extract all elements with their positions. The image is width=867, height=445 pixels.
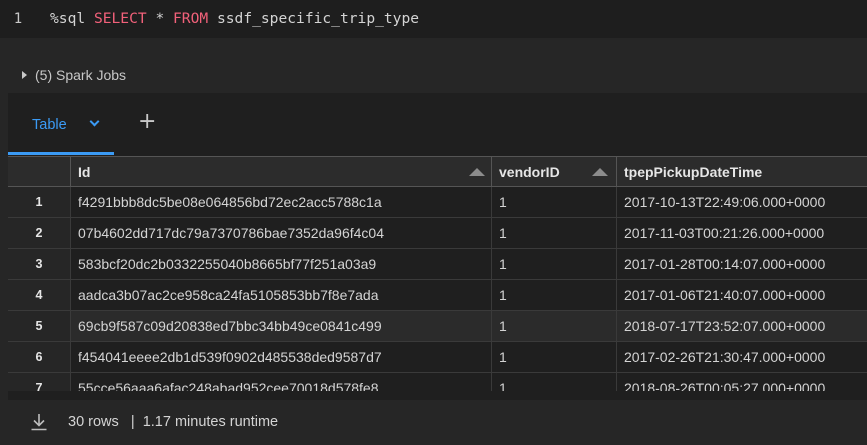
sort-arrow-icon[interactable] — [469, 168, 485, 176]
keyword-select: SELECT — [93, 10, 147, 27]
table-header: Id vendorID tpepPickupDateTime — [8, 156, 867, 187]
cell-id[interactable]: 583bcf20dc2b0332255040b8665bf77f251a03a9 — [71, 249, 492, 279]
cell-vendorid[interactable]: 1 — [492, 249, 617, 279]
cell-id[interactable]: 69cb9f587c09d20838ed7bbc34bb49ce0841c499 — [71, 311, 492, 341]
row-number: 5 — [8, 311, 71, 341]
cell-id[interactable]: f454041eeee2db1d539f0902d485538ded9587d7 — [71, 342, 492, 372]
cell-id[interactable]: 07b4602dd717dc79a7370786bae7352da96f4c04 — [71, 218, 492, 248]
cell-vendorid[interactable]: 1 — [492, 373, 617, 391]
column-header-vendorid[interactable]: vendorID — [492, 157, 617, 187]
keyword-from: FROM — [173, 10, 209, 27]
download-icon[interactable] — [30, 413, 48, 431]
caret-right-icon — [22, 71, 27, 79]
cell-pickup[interactable]: 2017-11-03T00:21:26.000+0000 — [617, 218, 867, 248]
code-star: * — [146, 10, 174, 27]
column-header-pickup-label: tpepPickupDateTime — [624, 164, 763, 180]
cell-pickup[interactable]: 2017-01-06T21:40:07.000+0000 — [617, 280, 867, 310]
column-header-pickup[interactable]: tpepPickupDateTime — [617, 157, 867, 187]
table-row[interactable]: 7 55cce56aaa6afac248abad952cee70018d578f… — [8, 373, 867, 391]
cell-vendorid[interactable]: 1 — [492, 342, 617, 372]
row-number: 7 — [8, 373, 71, 391]
results-summary: 30 rows | 1.17 minutes runtime — [68, 400, 278, 445]
chevron-down-icon[interactable] — [89, 116, 100, 127]
table-row[interactable]: 3 583bcf20dc2b0332255040b8665bf77f251a03… — [8, 249, 867, 280]
cell-pickup[interactable]: 2017-01-28T00:14:07.000+0000 — [617, 249, 867, 279]
results-tabs: Table + — [8, 93, 867, 155]
cell-vendorid[interactable]: 1 — [492, 311, 617, 341]
results-footer: 30 rows | 1.17 minutes runtime — [8, 400, 867, 445]
row-count: 30 rows — [68, 414, 119, 430]
cell-id[interactable]: 55cce56aaa6afac248abad952cee70018d578fe8 — [71, 373, 492, 391]
sql-query[interactable]: %sql SELECT * FROM ssdf_specific_trip_ty… — [50, 0, 419, 38]
line-number: 1 — [13, 11, 23, 27]
table-row[interactable]: 5 69cb9f587c09d20838ed7bbc34bb49ce0841c4… — [8, 311, 867, 342]
code-table-name: ssdf_specific_trip_type — [208, 10, 420, 27]
cell-output: (5) Spark Jobs Table + Id vendorID tpepP… — [0, 38, 867, 445]
sort-arrow-icon[interactable] — [592, 168, 608, 176]
tab-table-label: Table — [32, 117, 67, 133]
summary-separator: | — [130, 414, 135, 430]
code-prefix: %sql — [50, 10, 94, 27]
runtime-text: 1.17 minutes runtime — [142, 414, 279, 430]
cell-vendorid[interactable]: 1 — [492, 218, 617, 248]
row-number: 6 — [8, 342, 71, 372]
column-header-vendorid-label: vendorID — [499, 164, 560, 180]
cell-id[interactable]: f4291bbb8dc5be08e064856bd72ec2acc5788c1a — [71, 187, 492, 217]
results-panel: Table + Id vendorID tpepPickupDateTime 1… — [8, 93, 867, 445]
active-tab-indicator — [8, 152, 114, 155]
row-number: 2 — [8, 218, 71, 248]
table-row[interactable]: 1 f4291bbb8dc5be08e064856bd72ec2acc5788c… — [8, 187, 867, 218]
code-editor-line[interactable]: 1 %sql SELECT * FROM ssdf_specific_trip_… — [0, 0, 867, 38]
spark-jobs-toggle[interactable]: (5) Spark Jobs — [22, 58, 126, 92]
column-header-id[interactable]: Id — [71, 157, 492, 187]
add-visualization-button[interactable]: + — [138, 110, 156, 134]
table-row[interactable]: 6 f454041eeee2db1d539f0902d485538ded9587… — [8, 342, 867, 373]
column-header-id-label: Id — [78, 164, 91, 180]
row-number: 3 — [8, 249, 71, 279]
row-number: 1 — [8, 187, 71, 217]
cell-pickup[interactable]: 2017-02-26T21:30:47.000+0000 — [617, 342, 867, 372]
cell-id[interactable]: aadca3b07ac2ce958ca24fa5105853bb7f8e7ada — [71, 280, 492, 310]
spark-jobs-label: (5) Spark Jobs — [35, 67, 127, 83]
table-row[interactable]: 2 07b4602dd717dc79a7370786bae7352da96f4c… — [8, 218, 867, 249]
cell-vendorid[interactable]: 1 — [492, 187, 617, 217]
results-table: Id vendorID tpepPickupDateTime 1 f4291bb… — [8, 156, 867, 391]
cell-pickup[interactable]: 2018-08-26T00:05:27.000+0000 — [617, 373, 867, 391]
tab-table[interactable]: Table — [8, 93, 114, 155]
row-number: 4 — [8, 280, 71, 310]
row-number-header — [8, 157, 71, 187]
table-row[interactable]: 4 aadca3b07ac2ce958ca24fa5105853bb7f8e7a… — [8, 280, 867, 311]
cell-pickup[interactable]: 2018-07-17T23:52:07.000+0000 — [617, 311, 867, 341]
cell-vendorid[interactable]: 1 — [492, 280, 617, 310]
cell-pickup[interactable]: 2017-10-13T22:49:06.000+0000 — [617, 187, 867, 217]
